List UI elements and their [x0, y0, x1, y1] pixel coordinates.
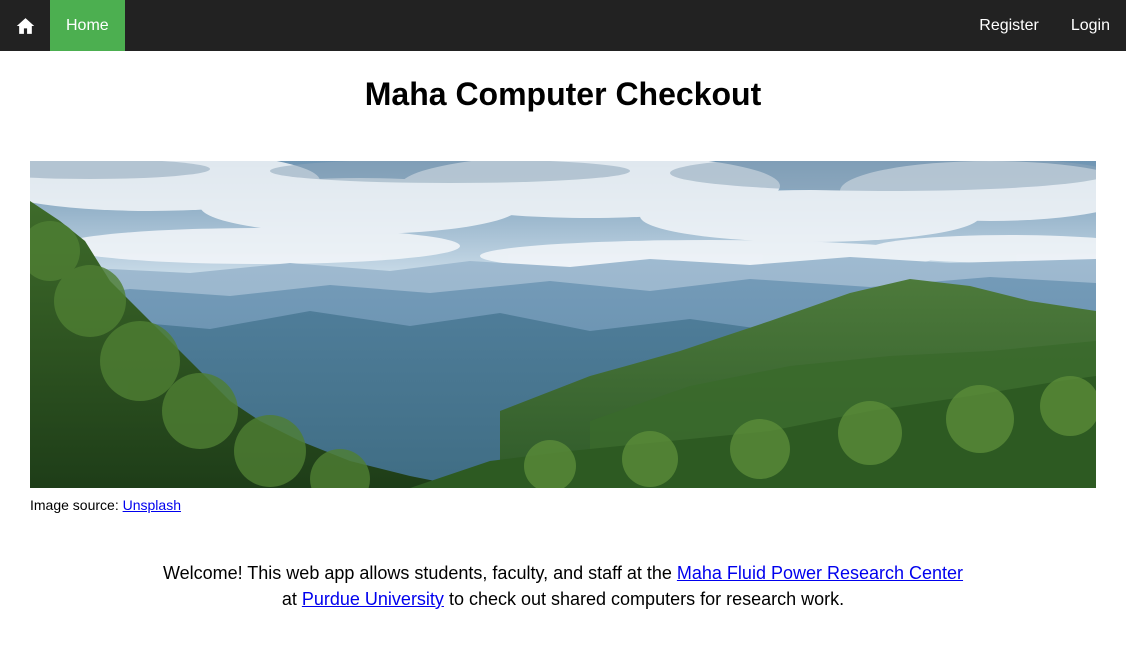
- hero-image: [30, 161, 1096, 488]
- unsplash-link[interactable]: Unsplash: [123, 497, 181, 513]
- nav-home-label: Home: [66, 16, 109, 34]
- welcome-text-2: at: [281, 589, 297, 609]
- welcome-text-1: Welcome! This web app allows students, f…: [162, 563, 672, 583]
- caption-prefix: Image source:: [30, 497, 119, 513]
- image-caption: Image source: Unsplash: [30, 495, 181, 515]
- nav-login-label: Login: [1070, 16, 1110, 34]
- nav-register-label: Register: [979, 16, 1039, 34]
- home-icon-glyph: [16, 17, 34, 34]
- welcome-paragraph: Welcome! This web app allows students, f…: [160, 560, 966, 612]
- top-navbar: Home Register Login: [0, 0, 1126, 51]
- maha-center-link[interactable]: Maha Fluid Power Research Center: [677, 563, 963, 583]
- home-icon[interactable]: [0, 0, 50, 51]
- nav-home-link[interactable]: Home: [50, 0, 125, 51]
- mountain-landscape-image: [30, 161, 1096, 488]
- page-title: Maha Computer Checkout: [364, 76, 762, 112]
- nav-login-link[interactable]: Login: [1055, 0, 1126, 51]
- purdue-link[interactable]: Purdue University: [302, 589, 444, 609]
- nav-register-link[interactable]: Register: [963, 0, 1055, 51]
- welcome-text-3: to check out shared computers for resear…: [448, 589, 845, 609]
